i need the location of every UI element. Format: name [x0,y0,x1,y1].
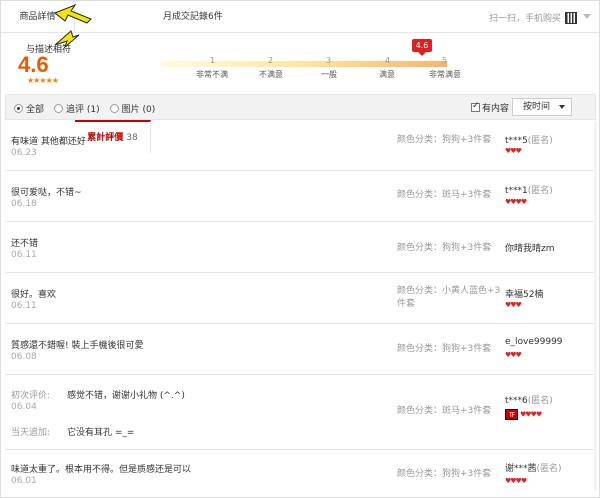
review-date: 06.01 [11,476,37,486]
reviewer-name[interactable]: e_love99999 [505,337,563,347]
review-date: 06.23 [11,148,37,158]
anonymous-tag: (匿名) [527,396,553,406]
score-marker: 4.6 [412,39,432,56]
followup-label: 当天追加: [11,428,51,438]
review-sku: 颜色分类：狗狗+3件套 [397,243,492,253]
review-filter-bar: 全部 追评 (1) 图片 (0) 有内容 按时间 [5,94,596,120]
filter-images-label: 图片 (0) [121,105,156,115]
scale-tick: 4 [385,56,391,65]
review-date: 06.08 [11,352,37,362]
review-row: 还不错 06.11 颜色分类：狗狗+3件套 你晴我晴zm [5,222,596,273]
reviewer-name[interactable]: t***1 [505,186,528,196]
scale-label: 不满意 [259,70,283,79]
initial-review-label: 初次评价: [11,391,51,401]
scale-label: 一般 [321,70,337,79]
filter-followup-label: 追评 (1) [66,105,100,115]
review-list: 有味道 其他都还好 06.23 颜色分类：狗狗+3件套 t***5(匿名) ♥♥… [5,120,596,490]
reviewer-name[interactable]: t***6 [505,396,528,406]
anonymous-tag: (匿名) [527,136,553,146]
followup-text: 它没有耳孔 =_= [67,428,135,438]
buyer-level-icon: ♥♥♥ [505,301,522,309]
rating-summary: 与描述相符 4.6 ★★★★★ 4.6 1 2 3 4 5 非常不满 不满意 一… [1,34,599,90]
buyer-level-icon: ♥♥♥♥ [505,198,527,206]
anonymous-tag: (匿名) [536,464,562,474]
review-text: 質感還不錯喔! 裝上手機後很可愛 [11,341,144,351]
buyer-level-icon: ♥♥♥♥ [520,410,542,419]
filter-followup-radio[interactable]: 追评 (1) [54,102,100,115]
scan-to-buy-label: 扫一扫，手机购买 [488,14,561,24]
review-text: 还不错 [11,239,39,249]
scale-tick: 2 [268,56,274,65]
anonymous-tag: (匿名) [527,186,553,196]
reviewer-name[interactable]: t***5 [505,136,528,146]
tab-product-details-label: 商品詳情 [19,12,56,22]
review-date: 06.04 [11,402,37,412]
reviewer-name[interactable]: 幸福52楠 [505,290,543,300]
reviewer-name[interactable]: 你晴我晴zm [505,244,555,254]
buyer-level-icon: ♥♥♥ [505,147,522,155]
has-content-checkbox[interactable]: 有内容 [471,101,509,114]
radio-selected-icon [14,104,23,113]
scale-label: 非常满意 [429,70,461,79]
buyer-level-icon: ♥♥♥♥ [505,477,527,485]
scale-tick: 5 [442,56,448,65]
buyer-level-icon: ♥♥♥ [505,351,522,359]
reviewer-name[interactable]: 谢***茜 [505,464,537,474]
review-text: 有味道 其他都还好 [11,137,86,147]
review-sku: 颜色分类：狗狗+3件套 [397,469,492,479]
chevron-down-icon[interactable] [583,14,591,19]
checkbox-checked-icon [471,101,480,112]
filter-all-label: 全部 [26,105,45,115]
tab-monthly-sales-label: 月成交記錄6件 [163,12,223,22]
star-rating-icon: ★★★★★ [27,76,59,85]
tab-monthly-sales[interactable]: 月成交記錄6件 [163,1,223,33]
has-content-label: 有内容 [482,104,510,114]
review-row: 質感還不錯喔! 裝上手機後很可愛 06.08 颜色分类：狗狗+3件套 e_lov… [5,324,596,375]
radio-icon [109,104,119,113]
sort-label: 按时间 [523,102,551,112]
qr-code-icon [565,11,577,24]
filter-images-radio[interactable]: 图片 (0) [109,102,156,115]
review-date: 06.11 [11,250,37,260]
review-row: 很可爱哒，不错~ 06.18 颜色分类：斑马+3件套 t***1(匿名) ♥♥♥… [5,171,596,222]
score-value: 4.6 [18,52,49,77]
scan-to-buy[interactable]: 扫一扫，手机购买 [489,11,577,24]
review-row: 初次评价: 感觉不错，谢谢小礼物 (^.^) 06.04 当天追加: 它没有耳孔… [5,375,596,450]
member-badge-icon: TF [505,409,518,420]
review-row: 味道太重了。根本用不得。但是质感还是可以 06.01 颜色分类：狗狗+3件套 谢… [5,450,596,490]
review-date: 06.18 [11,199,37,209]
review-text: 很好。喜欢 [11,290,57,300]
review-date: 06.11 [11,301,37,311]
review-sku: 颜色分类：狗狗+3件套 [397,344,492,354]
review-sku: 颜色分类：狗狗+3件套 [397,135,492,145]
review-row: 很好。喜欢 06.11 颜色分类：小黄人蓝色+3件套 幸福52楠 ♥♥♥ [5,273,596,324]
review-panel: 商品詳情 累計評價 38 月成交記錄6件 扫一扫，手机购买 与描述相符 4.6 ★… [0,0,600,498]
review-sku: 颜色分类：斑马+3件套 [397,406,492,416]
rating-scale-bar [161,61,447,67]
chevron-down-icon [559,105,565,109]
review-text: 味道太重了。根本用不得。但是质感还是可以 [11,465,192,475]
scale-label: 满意 [379,70,395,79]
scrollbar[interactable] [594,121,597,491]
annotation-arrow-icon [54,3,92,24]
scale-tick: 3 [326,56,332,65]
filter-all-radio[interactable]: 全部 [14,102,44,115]
review-text: 感觉不错，谢谢小礼物 (^.^) [67,391,185,401]
scale-tick: 1 [210,56,216,65]
review-row: 有味道 其他都还好 06.23 颜色分类：狗狗+3件套 t***5(匿名) ♥♥… [5,120,596,171]
radio-icon [54,104,64,113]
sort-dropdown[interactable]: 按时间 [512,98,572,116]
scale-label: 非常不满 [196,70,228,79]
review-sku: 颜色分类：斑马+3件套 [397,190,492,200]
review-sku: 颜色分类：小黄人蓝色+3件套 [397,286,501,309]
review-text: 很可爱哒，不错~ [11,188,82,198]
